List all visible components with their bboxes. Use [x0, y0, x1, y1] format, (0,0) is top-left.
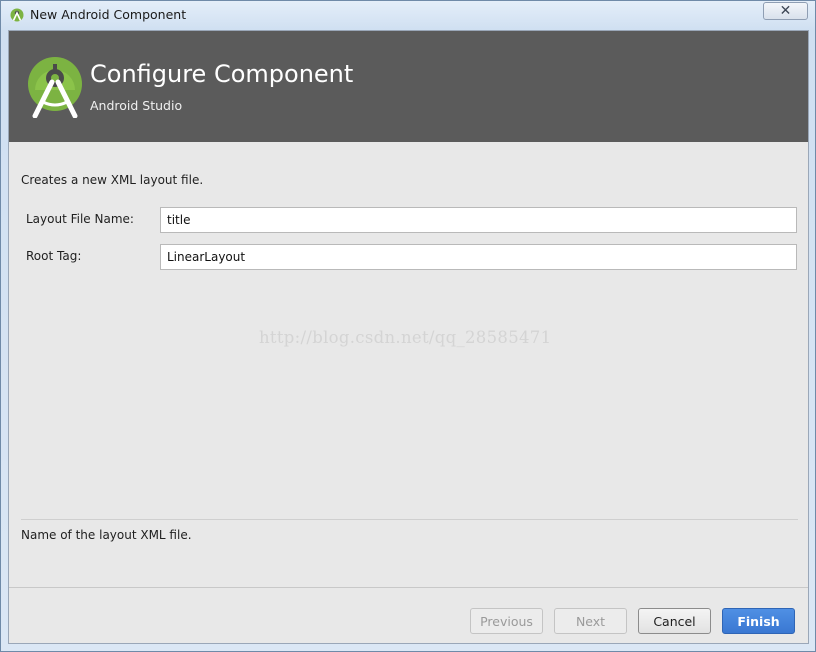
form-description: Creates a new XML layout file. — [21, 173, 204, 187]
close-icon: ✕ — [779, 3, 792, 19]
next-button[interactable]: Next — [554, 608, 627, 634]
dialog-content: Configure Component Android Studio Creat… — [8, 30, 809, 644]
finish-button[interactable]: Finish — [722, 608, 795, 634]
root-tag-input[interactable] — [160, 244, 797, 270]
close-button[interactable]: ✕ — [763, 2, 808, 20]
layout-file-name-label: Layout File Name: — [26, 212, 134, 226]
footer-divider — [9, 587, 808, 588]
android-studio-logo-icon — [28, 57, 82, 118]
help-divider — [21, 519, 798, 520]
watermark-text: http://blog.csdn.net/qq_28585471 — [259, 328, 552, 347]
window-title: New Android Component — [30, 7, 187, 22]
wizard-header: Configure Component Android Studio — [9, 31, 808, 142]
dialog-window: New Android Component ✕ Configure Compon… — [0, 0, 816, 652]
page-title: Configure Component — [90, 60, 354, 88]
previous-button[interactable]: Previous — [470, 608, 543, 634]
page-subtitle: Android Studio — [90, 98, 183, 113]
title-bar[interactable]: New Android Component ✕ — [1, 1, 815, 30]
android-studio-icon — [10, 8, 24, 22]
cancel-button[interactable]: Cancel — [638, 608, 711, 634]
help-text: Name of the layout XML file. — [21, 528, 192, 542]
layout-file-name-input[interactable] — [160, 207, 797, 233]
root-tag-label: Root Tag: — [26, 249, 82, 263]
